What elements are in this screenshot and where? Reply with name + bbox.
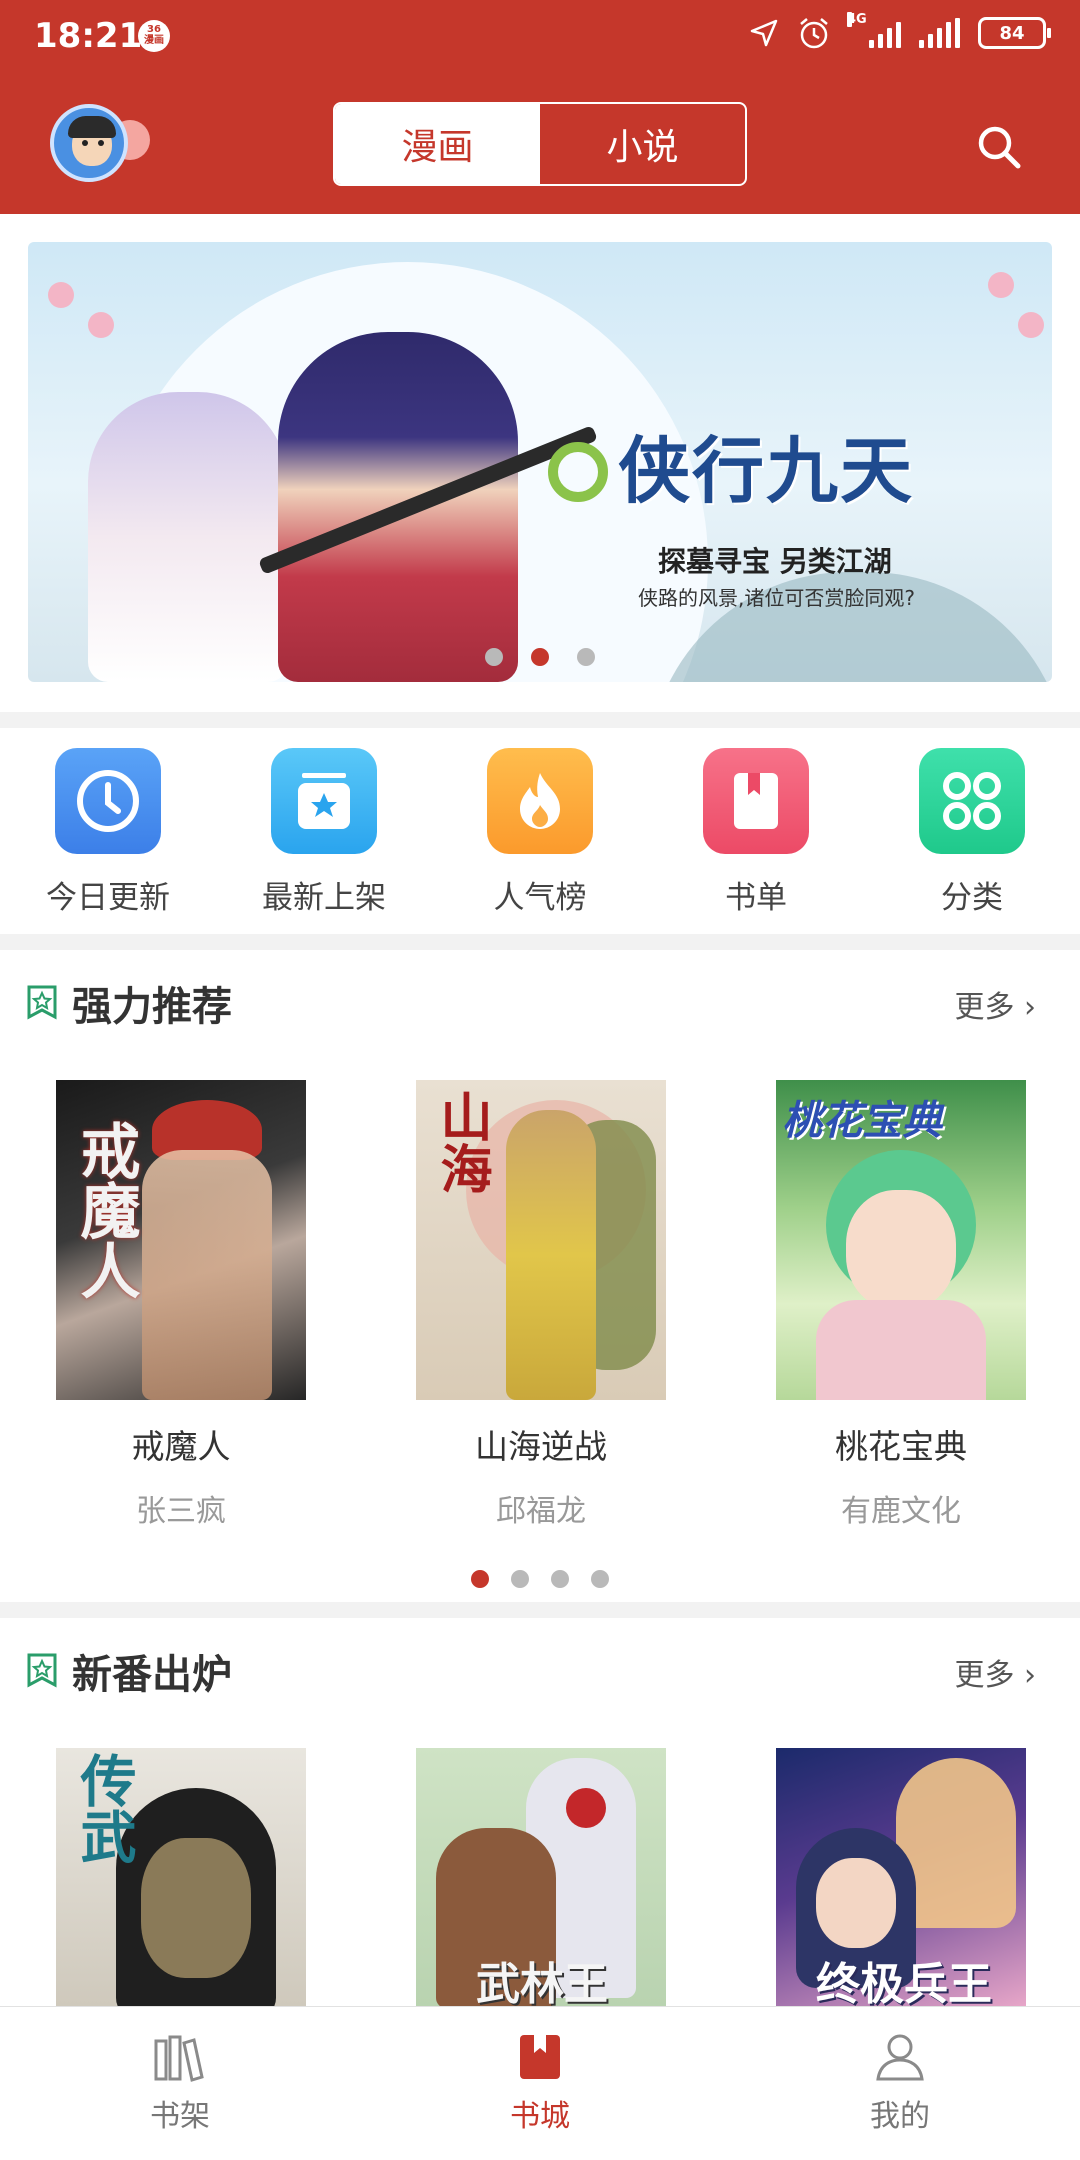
cover-title: 终极兵王 <box>816 1959 992 2006</box>
entry-today-update[interactable]: 今日更新 <box>0 748 216 928</box>
content-type-switch: 漫画 小说 <box>333 102 747 186</box>
book-cover: 山海 <box>416 1080 666 1400</box>
book-card[interactable]: 武林王 <box>416 1748 666 2006</box>
bookmark-star-icon <box>27 1653 57 1688</box>
tab-label: 书城 <box>510 2099 570 2134</box>
more-button[interactable]: 更多 › <box>954 982 1036 1026</box>
cover-title: 武林王 <box>476 1959 608 2006</box>
book-card[interactable]: 终极兵王 <box>776 1748 1026 2006</box>
network-type: 4G <box>847 12 867 27</box>
tab-label: 我的 <box>870 2099 930 2134</box>
recommend-pagination <box>0 1570 1080 1588</box>
divider <box>0 934 1080 950</box>
more-label: 更多 <box>954 1658 1015 1693</box>
book-title: 戒魔人 <box>131 1427 231 1466</box>
page-dot[interactable] <box>511 1570 529 1588</box>
book-title: 桃花宝典 <box>835 1427 967 1466</box>
cover-title: 桃花宝典 <box>782 1097 942 1144</box>
bookstore-icon <box>520 2035 560 2079</box>
entry-label: 书单 <box>725 880 787 916</box>
book-card[interactable]: 桃花宝典 桃花宝典 有鹿文化 <box>776 1080 1026 1530</box>
banner-dot[interactable] <box>485 648 503 666</box>
entry-label: 人气榜 <box>493 880 587 916</box>
location-arrow-icon <box>750 19 778 47</box>
entry-category[interactable]: 分类 <box>864 748 1080 928</box>
book-card[interactable]: 戒魔人 戒魔人 张三疯 <box>56 1080 306 1530</box>
alarm-icon <box>800 18 828 49</box>
book-cover: 终极兵王 <box>776 1748 1026 2006</box>
app-badge-icon: 36 漫画 <box>138 20 170 52</box>
banner-subtitle: 探墓寻宝 另类江湖 <box>658 545 892 578</box>
banner-character-girl <box>88 392 288 682</box>
clock-icon <box>55 748 161 854</box>
battery-level: 84 <box>999 22 1025 44</box>
bookmark-star-icon <box>27 985 57 1020</box>
more-label: 更多 <box>954 990 1015 1025</box>
bottom-tab-bar: 书架 书城 我的 <box>0 2006 1080 2160</box>
tab-profile[interactable]: 我的 <box>720 2007 1080 2160</box>
banner-title: 侠行九天 <box>618 428 915 513</box>
book-card[interactable]: 传武 <box>56 1748 306 2006</box>
book-cover: 武林王 <box>416 1748 666 2006</box>
status-bar: 18:21 36 漫画 4G 84 <box>0 0 1080 78</box>
tab-novels[interactable]: 小说 <box>540 104 745 184</box>
quick-entries: 今日更新 最新上架 人气榜 书单 分类 <box>0 748 1080 928</box>
new-shelf-icon <box>271 748 377 854</box>
banner-tagline: 侠路的风景,诸位可否赏脸同观? <box>638 586 915 610</box>
book-list-icon <box>703 748 809 854</box>
book-author: 邱福龙 <box>496 1494 586 1529</box>
category-icon <box>919 748 1025 854</box>
divider <box>0 712 1080 728</box>
battery-icon: 84 <box>978 17 1051 49</box>
tab-label: 书架 <box>150 2099 210 2134</box>
book-cover: 桃花宝典 <box>776 1080 1026 1400</box>
book-cover: 传武 <box>56 1748 306 2006</box>
avatar-face <box>50 104 128 182</box>
book-title: 山海逆战 <box>475 1427 607 1466</box>
cover-title: 传武 <box>71 1752 137 1864</box>
status-icons: 4G 84 <box>749 12 1051 50</box>
tab-comics[interactable]: 漫画 <box>335 104 540 184</box>
tab-bookstore[interactable]: 书城 <box>360 2007 720 2160</box>
entry-popular[interactable]: 人气榜 <box>432 748 648 928</box>
user-avatar[interactable] <box>46 100 152 190</box>
bookshelf-icon <box>154 2035 204 2082</box>
book-cover: 戒魔人 <box>56 1080 306 1400</box>
profile-icon <box>876 2034 924 2081</box>
cover-title: 山海 <box>431 1090 492 1194</box>
entry-label: 今日更新 <box>46 880 170 916</box>
banner-dot-active[interactable] <box>531 648 549 666</box>
book-author: 有鹿文化 <box>841 1494 961 1529</box>
page-dot[interactable] <box>591 1570 609 1588</box>
book-card[interactable]: 山海 山海逆战 邱福龙 <box>416 1080 666 1530</box>
promo-banner[interactable]: 侠行九天 探墓寻宝 另类江湖 侠路的风景,诸位可否赏脸同观? <box>28 242 1052 682</box>
divider <box>0 1602 1080 1618</box>
chevron-right-icon: › <box>1024 990 1036 1025</box>
signal-4g-icon: 4G <box>847 12 901 48</box>
more-button[interactable]: 更多 › <box>954 1650 1036 1694</box>
entry-book-list[interactable]: 书单 <box>648 748 864 928</box>
top-header: 18:21 36 漫画 4G 84 漫画 小说 <box>0 0 1080 214</box>
banner-pagination <box>28 648 1052 666</box>
cover-title: 戒魔人 <box>70 1120 140 1300</box>
page-dot[interactable] <box>551 1570 569 1588</box>
entry-label: 分类 <box>941 880 1003 916</box>
signal-icon <box>919 18 960 48</box>
section-header-new-release: 新番出炉 更多 › <box>0 1634 1080 1704</box>
section-title: 新番出炉 <box>72 1652 232 1698</box>
chevron-right-icon: › <box>1024 1658 1036 1693</box>
flame-icon <box>487 748 593 854</box>
status-time: 18:21 <box>34 16 143 56</box>
banner-dot[interactable] <box>577 648 595 666</box>
search-icon[interactable] <box>974 122 1024 172</box>
entry-new-shelf[interactable]: 最新上架 <box>216 748 432 928</box>
entry-label: 最新上架 <box>262 880 386 916</box>
page-dot-active[interactable] <box>471 1570 489 1588</box>
tab-bookshelf[interactable]: 书架 <box>0 2007 360 2160</box>
section-title: 强力推荐 <box>72 984 232 1030</box>
book-author: 张三疯 <box>136 1494 226 1529</box>
section-header-recommend: 强力推荐 更多 › <box>0 966 1080 1036</box>
